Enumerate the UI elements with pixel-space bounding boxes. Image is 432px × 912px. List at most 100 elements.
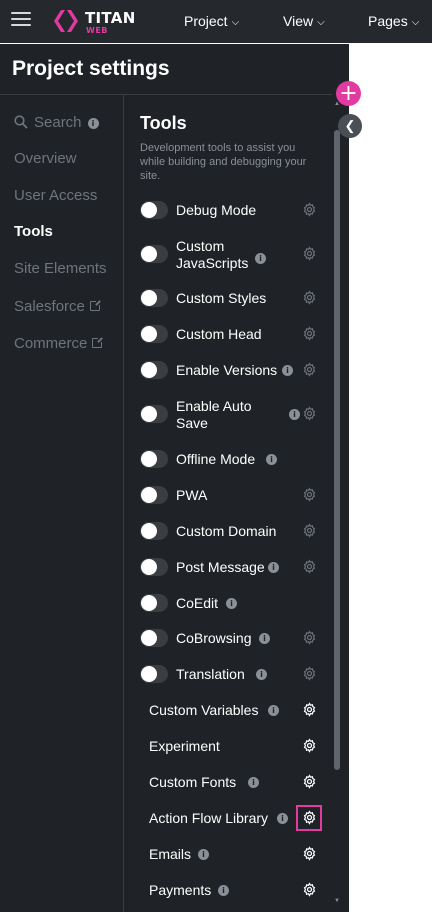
- titan-logo[interactable]: TITAN WEB: [52, 7, 135, 35]
- tool-row: PWA: [140, 480, 325, 510]
- chevron-down-icon: ⌵: [411, 17, 420, 28]
- scroll-down-arrow[interactable]: ▼: [334, 898, 340, 904]
- title-divider: [0, 94, 332, 95]
- toggle-switch[interactable]: [140, 450, 168, 468]
- gear-icon[interactable]: [302, 202, 317, 217]
- info-icon[interactable]: i: [87, 118, 99, 129]
- gear-icon[interactable]: [302, 846, 317, 861]
- tool-row: Enable Auto Save i: [140, 398, 325, 431]
- tool-row-label: Custom Styles: [176, 290, 267, 306]
- external-link-icon: [89, 300, 101, 311]
- gear-icon[interactable]: [302, 246, 317, 261]
- toggle-switch[interactable]: [140, 522, 168, 540]
- info-icon[interactable]: i: [289, 409, 300, 420]
- tool-row: Enable Versions i: [140, 355, 325, 385]
- settings-row: Experiment: [140, 731, 325, 761]
- gear-icon[interactable]: [302, 738, 317, 753]
- gear-icon[interactable]: [302, 559, 317, 574]
- tool-row: Custom Styles: [140, 283, 325, 313]
- tool-row-label: Debug Mode: [176, 202, 257, 218]
- settings-row-label: Experiment: [149, 738, 220, 754]
- info-icon[interactable]: i: [255, 253, 266, 264]
- info-icon[interactable]: i: [282, 365, 293, 376]
- tool-row: Custom Head: [140, 319, 325, 349]
- plus-icon: +: [339, 81, 358, 106]
- pages-menu[interactable]: Pages ⌵: [368, 13, 419, 29]
- toggle-switch[interactable]: [140, 325, 168, 343]
- gear-icon[interactable]: [302, 326, 317, 341]
- toggle-switch[interactable]: [140, 665, 168, 683]
- nav-item-overview[interactable]: Overview: [14, 150, 77, 167]
- chevron-down-icon: ⌵: [317, 17, 325, 28]
- nav-item-site-elements[interactable]: Site Elements: [14, 260, 107, 277]
- toggle-switch[interactable]: [140, 361, 168, 379]
- nav-item-user-access[interactable]: User Access: [14, 187, 97, 204]
- tool-row-label: Translation: [176, 666, 245, 682]
- info-icon[interactable]: i: [226, 598, 237, 609]
- gear-icon[interactable]: [302, 774, 317, 789]
- toggle-switch[interactable]: [140, 245, 168, 263]
- tool-row-label: CoBrowsing: [176, 630, 252, 646]
- info-icon[interactable]: i: [256, 669, 267, 680]
- gear-icon[interactable]: [302, 362, 317, 377]
- chevron-down-icon: ⌵: [231, 17, 240, 28]
- tool-row-label: Post Message: [176, 559, 265, 575]
- tools-heading: Tools: [140, 113, 187, 133]
- info-icon[interactable]: i: [266, 454, 277, 465]
- tool-row: CoBrowsing i: [140, 623, 325, 653]
- toggle-switch[interactable]: [140, 594, 168, 612]
- settings-row-label: Custom Variables: [149, 702, 259, 718]
- panel-title: Project settings: [12, 57, 170, 80]
- gear-icon[interactable]: [302, 487, 317, 502]
- settings-row-label: Emails: [149, 846, 192, 862]
- toggle-switch[interactable]: [140, 558, 168, 576]
- info-icon[interactable]: i: [268, 562, 279, 573]
- gear-icon[interactable]: [302, 666, 317, 681]
- toggle-switch[interactable]: [140, 405, 168, 423]
- info-icon[interactable]: i: [277, 813, 288, 824]
- info-icon[interactable]: i: [259, 633, 270, 644]
- gear-icon[interactable]: [302, 702, 317, 717]
- project-menu-label: Project: [184, 13, 228, 29]
- settings-row: Custom Variables i: [140, 695, 325, 725]
- gear-highlight-box: [296, 805, 322, 831]
- tool-row-label: Custom JavaScripts: [176, 238, 249, 271]
- logo-text: TITAN: [85, 9, 136, 27]
- scrollbar-thumb[interactable]: [334, 130, 340, 770]
- project-menu[interactable]: Project ⌵: [184, 13, 239, 29]
- hamburger-icon[interactable]: [11, 12, 31, 28]
- external-link-icon: [92, 337, 104, 348]
- info-icon[interactable]: i: [198, 849, 209, 860]
- view-menu[interactable]: View ⌵: [283, 13, 325, 29]
- gear-icon[interactable]: [302, 406, 317, 421]
- info-icon[interactable]: i: [218, 885, 229, 896]
- collapse-panel-button[interactable]: ❮: [338, 114, 362, 138]
- nav-item-tools[interactable]: Tools: [14, 223, 53, 240]
- gear-icon[interactable]: [302, 290, 317, 305]
- nav-item-salesforce[interactable]: Salesforce: [14, 298, 101, 315]
- tool-row-label: Enable Auto Save: [176, 398, 252, 431]
- settings-row: Custom Fonts i: [140, 767, 325, 797]
- add-button[interactable]: +: [336, 81, 361, 106]
- toggle-switch[interactable]: [140, 629, 168, 647]
- settings-row: Emails i: [140, 839, 325, 869]
- nav-search[interactable]: Search i: [14, 114, 99, 131]
- tool-row: Debug Mode: [140, 195, 325, 225]
- view-menu-label: View: [283, 13, 314, 29]
- info-icon[interactable]: i: [268, 705, 279, 716]
- toggle-switch[interactable]: [140, 486, 168, 504]
- search-icon: [14, 115, 28, 129]
- toggle-switch[interactable]: [140, 201, 168, 219]
- gear-icon[interactable]: [302, 630, 317, 645]
- toggle-switch[interactable]: [140, 289, 168, 307]
- nav-search-label: Search: [34, 114, 82, 131]
- nav-item-commerce[interactable]: Commerce: [14, 335, 104, 352]
- gear-icon[interactable]: [302, 882, 317, 897]
- tool-row-label: Custom Domain: [176, 523, 277, 539]
- tool-row-label: PWA: [176, 487, 208, 503]
- info-icon[interactable]: i: [248, 777, 259, 788]
- tool-row-label: Custom Head: [176, 326, 262, 342]
- tool-row: Offline Mode i: [140, 444, 325, 474]
- settings-row-label: Payments: [149, 882, 212, 898]
- gear-icon[interactable]: [302, 523, 317, 538]
